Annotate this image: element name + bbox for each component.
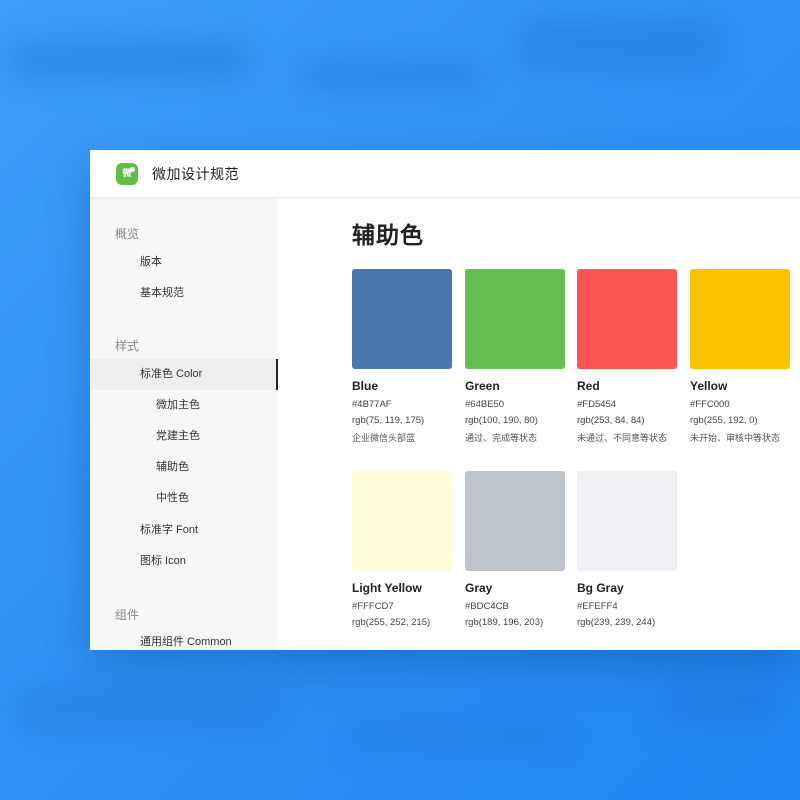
color-swatch[interactable] <box>577 471 677 571</box>
sidebar-item-icon[interactable]: 图标 Icon <box>90 546 278 577</box>
app-window: 微 微加设计规范 概览 版本 基本规范 样式 标准色 Color 微加主色 党建… <box>90 150 800 650</box>
background-blur-shape <box>10 40 250 80</box>
sidebar-item-common-components[interactable]: 通用组件 Common <box>90 627 278 650</box>
swatch-rgb: rgb(189, 196, 203) <box>465 617 544 628</box>
color-swatch[interactable] <box>465 471 565 571</box>
background-blur-shape <box>520 20 720 70</box>
swatch-hex: #FFFCD7 <box>352 601 394 612</box>
sidebar-item-auxiliary-color[interactable]: 辅助色 <box>90 452 278 483</box>
swatch-name: Green <box>465 379 500 393</box>
swatch-rgb: rgb(100, 190, 80) <box>465 415 538 426</box>
swatch-description: 未通过、不同意等状态 <box>577 433 668 443</box>
background-blur-shape <box>660 690 780 730</box>
sidebar-group-overview: 概览 <box>115 227 140 241</box>
color-swatch[interactable] <box>352 269 452 369</box>
color-swatch[interactable] <box>465 269 565 369</box>
sidebar-item-weijia-primary[interactable]: 微加主色 <box>90 390 278 421</box>
swatch-card-gray: Gray #BDC4CB rgb(189, 196, 203) <box>465 471 566 628</box>
color-swatch[interactable] <box>577 269 677 369</box>
sidebar-group-style: 样式 <box>115 339 140 353</box>
sidebar-item-version[interactable]: 版本 <box>90 247 278 278</box>
sidebar-nav: 概览 版本 基本规范 样式 标准色 Color 微加主色 党建主色 辅助色 中性… <box>90 198 278 650</box>
swatch-description: 未开始、审核中等状态 <box>690 433 781 443</box>
background-blur-shape <box>350 720 570 750</box>
main-content: 辅助色 Blue #4B77AF rgb(75, 119, 175) 企业微信头… <box>278 198 800 650</box>
sidebar-item-standard-color[interactable]: 标准色 Color <box>90 359 278 390</box>
sidebar-group-components: 组件 <box>115 608 140 622</box>
swatch-hex: #EFEFF4 <box>577 601 618 612</box>
swatch-rgb: rgb(75, 119, 175) <box>352 415 425 426</box>
background-blur-shape <box>300 60 480 90</box>
swatch-name: Gray <box>465 581 493 595</box>
swatch-name: Red <box>577 379 600 393</box>
swatch-name: Yellow <box>690 379 728 393</box>
top-bar: 微 微加设计规范 <box>90 150 800 198</box>
app-title: 微加设计规范 <box>152 165 239 182</box>
swatch-rgb: rgb(255, 252, 215) <box>352 617 431 628</box>
swatch-hex: #64BE50 <box>465 399 505 410</box>
swatch-name: Bg Gray <box>577 581 624 595</box>
sidebar-item-party-primary[interactable]: 党建主色 <box>90 421 278 452</box>
color-swatch[interactable] <box>352 471 452 571</box>
swatch-card-bg-gray: Bg Gray #EFEFF4 rgb(239, 239, 244) <box>577 471 678 628</box>
sidebar-item-neutral-color[interactable]: 中性色 <box>90 483 278 514</box>
logo-dot <box>130 166 135 172</box>
swatch-description: 通过、完成等状态 <box>465 433 538 443</box>
sidebar-item-basic-spec[interactable]: 基本规范 <box>90 278 278 309</box>
swatch-rgb: rgb(255, 192, 0) <box>690 415 758 426</box>
page-title: 辅助色 <box>352 222 424 248</box>
swatch-rgb: rgb(253, 84, 84) <box>577 415 645 426</box>
swatch-card-yellow: Yellow #FFC000 rgb(255, 192, 0) 未开始、审核中等… <box>690 269 791 444</box>
swatch-hex: #BDC4CB <box>465 601 509 612</box>
color-swatch[interactable] <box>690 269 790 369</box>
swatch-hex: #FD5454 <box>577 399 617 410</box>
swatch-name: Blue <box>352 379 379 393</box>
swatch-rgb: rgb(239, 239, 244) <box>577 617 656 628</box>
swatch-card-green: Green #64BE50 rgb(100, 190, 80) 通过、完成等状态 <box>465 269 566 444</box>
swatch-card-red: Red #FD5454 rgb(253, 84, 84) 未通过、不同意等状态 <box>577 269 678 444</box>
swatch-card-blue: Blue #4B77AF rgb(75, 119, 175) 企业微信头部蓝 <box>352 269 453 444</box>
sidebar-item-standard-font[interactable]: 标准字 Font <box>90 515 278 546</box>
swatch-hex: #4B77AF <box>352 399 392 410</box>
app-logo-icon[interactable]: 微 <box>116 162 138 185</box>
swatch-hex: #FFC000 <box>690 399 730 410</box>
swatch-card-light-yellow: Light Yellow #FFFCD7 rgb(255, 252, 215) <box>352 471 453 628</box>
background-blur-shape <box>20 690 280 730</box>
swatch-name: Light Yellow <box>352 581 422 595</box>
swatch-description: 企业微信头部蓝 <box>352 433 416 443</box>
